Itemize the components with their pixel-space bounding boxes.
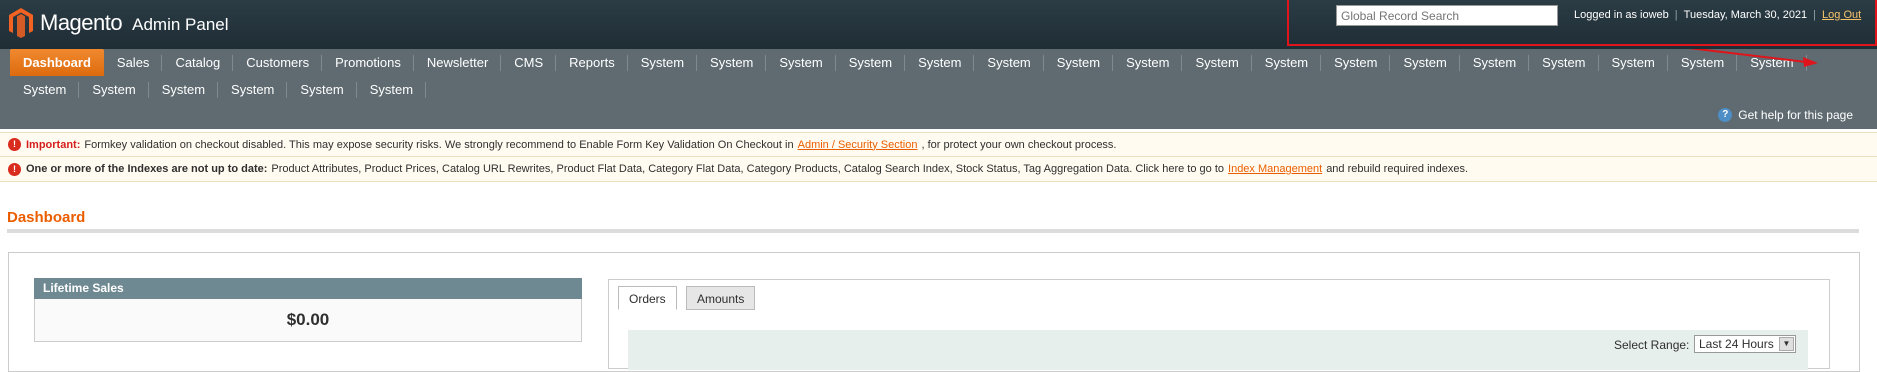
help-icon: ? [1718,108,1733,122]
logo-text: Magento [40,10,123,35]
help-link-label: Get help for this page [1738,108,1853,122]
lifetime-sales-header: Lifetime Sales [34,278,582,299]
admin-header: Magento Admin Panel Logged in as ioweb|T… [0,0,1877,49]
security-warning-message: ! Important: Formkey validation on check… [0,132,1877,157]
tab-amounts[interactable]: Amounts [686,286,756,310]
main-navigation: Dashboard Sales Catalog Customers Promot… [0,49,1877,129]
message-text: Formkey validation on checkout disabled.… [84,138,794,151]
error-icon: ! [8,138,21,151]
message-title: Important: [26,138,81,151]
page-title: Dashboard [7,209,86,226]
logo-subtitle: Admin Panel [132,15,229,34]
message-title: One or more of the Indexes are not up to… [26,163,268,175]
error-icon: ! [8,162,21,176]
magento-logo[interactable]: Magento Admin Panel [8,4,229,42]
select-range-dropdown[interactable]: Last 24 Hours ▼ [1694,335,1796,353]
message-text: and rebuild required indexes. [1326,163,1469,175]
help-link[interactable]: ? Get help for this page [1718,108,1853,122]
index-warning-message: ! One or more of the Indexes are not up … [0,157,1877,182]
chevron-down-icon: ▼ [1779,337,1794,351]
message-text: , for protect your own checkout process. [921,138,1117,151]
tab-orders[interactable]: Orders [618,286,677,310]
select-range-value: Last 24 Hours [1699,337,1774,351]
message-text: Product Attributes, Product Prices, Cata… [271,163,1225,175]
magento-logo-icon [9,8,33,38]
index-management-link[interactable]: Index Management [1228,163,1322,175]
lifetime-sales-value: $0.00 [34,299,582,342]
annotation-arrow-icon [1688,49,1818,67]
page-title-divider [7,229,1859,233]
select-range-label: Select Range: [1614,338,1690,352]
annotation-highlight-box [1287,0,1877,46]
security-section-link[interactable]: Admin / Security Section [798,139,918,151]
